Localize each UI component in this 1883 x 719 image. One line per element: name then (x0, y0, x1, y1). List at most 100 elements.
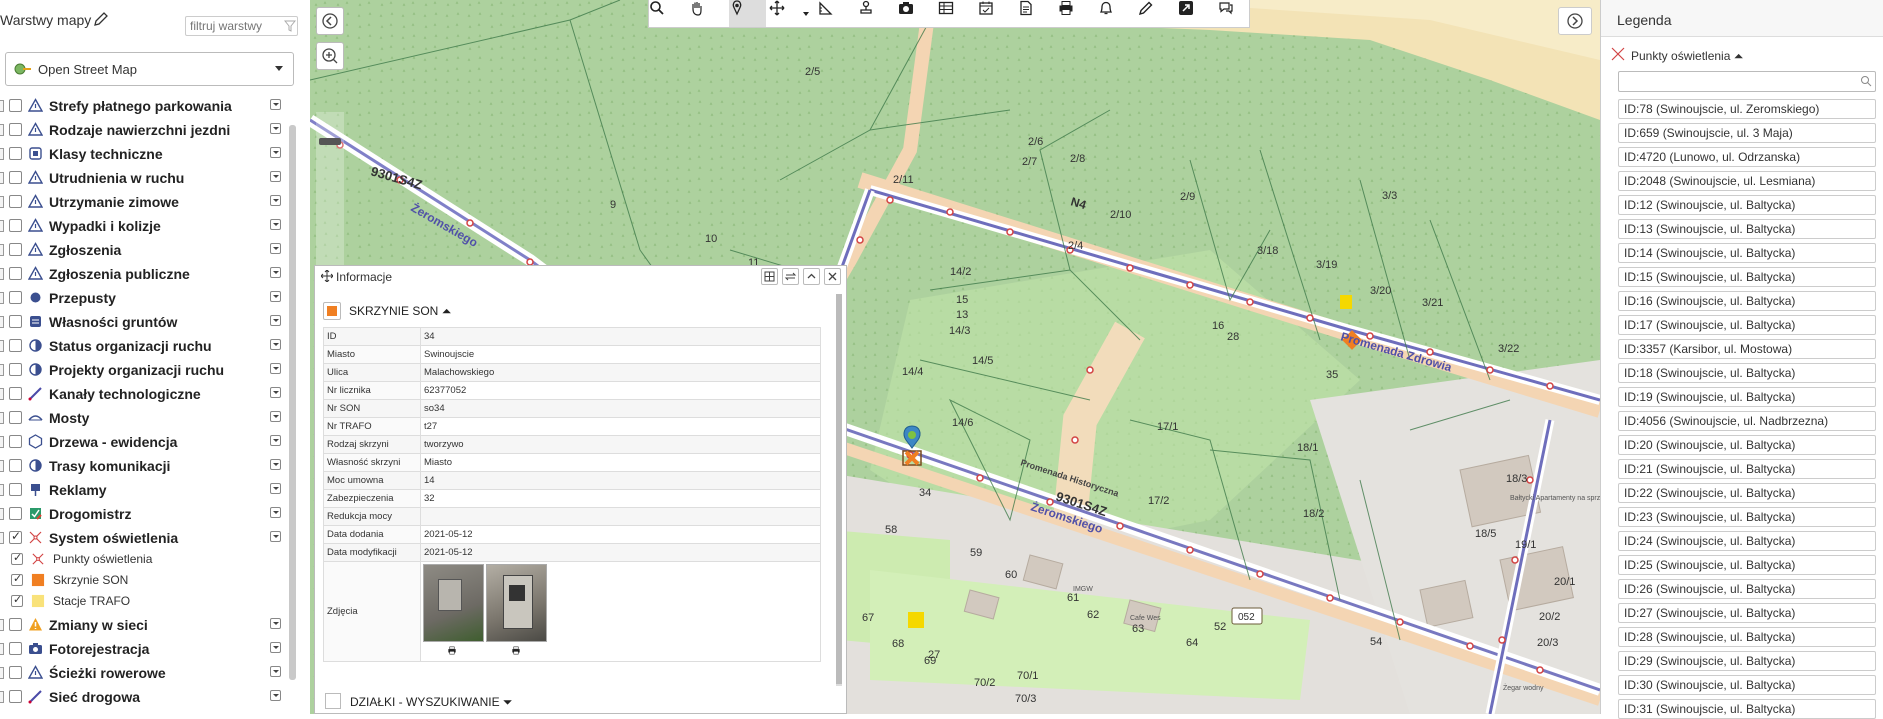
search-icon[interactable] (1860, 75, 1872, 87)
info-scrollbar[interactable] (836, 294, 842, 686)
info-close-button[interactable] (824, 268, 841, 285)
expand-toggle[interactable] (0, 220, 4, 232)
dzialki-checkbox[interactable] (325, 693, 341, 709)
layer-row[interactable]: Drzewa - ewidencja (0, 432, 290, 452)
filter-layers-input[interactable] (185, 16, 298, 36)
photo-thumbnail[interactable] (486, 564, 547, 642)
layers-scroll-thumb[interactable] (289, 125, 296, 680)
layer-row[interactable]: Strefy płatnego parkowania (0, 96, 290, 116)
expand-toggle[interactable] (0, 124, 4, 136)
legend-item[interactable]: ID:25 (Swinoujscie, ul. Baltycka) (1618, 555, 1876, 575)
expand-toggle[interactable] (0, 100, 4, 112)
layer-row[interactable]: Przepusty (0, 288, 290, 308)
layer-row[interactable]: Ścieżki rowerowe (0, 663, 290, 683)
layer-row[interactable]: Fotorejestracja (0, 639, 290, 659)
hand-tool-button[interactable] (689, 0, 726, 27)
expand-toggle[interactable] (0, 340, 4, 352)
layer-row[interactable]: Sieć drogowa (0, 687, 290, 707)
layer-checkbox[interactable] (9, 690, 22, 703)
legend-item[interactable]: ID:29 (Swinoujscie, ul. Baltycka) (1618, 651, 1876, 671)
legend-item[interactable]: ID:4056 (Swinoujscie, ul. Nadbrzezna) (1618, 411, 1876, 431)
sublayer-row[interactable]: Skrzynie SON (0, 571, 290, 589)
layers-scrollbar[interactable] (289, 125, 296, 680)
expand-toggle[interactable] (0, 643, 4, 655)
legend-search-input[interactable] (1618, 71, 1876, 92)
layer-checkbox[interactable] (9, 219, 22, 232)
expand-toggle[interactable] (0, 412, 4, 424)
layer-checkbox[interactable] (9, 666, 22, 679)
zoom-slider-handle[interactable] (319, 138, 341, 145)
layer-row[interactable]: Trasy komunikacji (0, 456, 290, 476)
layer-menu-button[interactable] (270, 618, 281, 629)
layer-menu-button[interactable] (270, 411, 281, 422)
layer-row[interactable]: Status organizacji ruchu (0, 336, 290, 356)
layer-menu-button[interactable] (270, 483, 281, 494)
print-icon[interactable] (447, 646, 457, 655)
layer-checkbox[interactable] (9, 642, 22, 655)
search-tool-button[interactable] (649, 0, 686, 27)
layer-menu-button[interactable] (270, 315, 281, 326)
layer-menu-button[interactable] (270, 339, 281, 350)
sublayer-row[interactable]: Stacje TRAFO (0, 592, 290, 610)
layer-row[interactable]: Drogomistrz (0, 504, 290, 524)
layer-menu-button[interactable] (270, 690, 281, 701)
collapse-left-panel-button[interactable] (316, 7, 344, 35)
zoom-in-button[interactable] (316, 42, 344, 70)
layer-menu-button[interactable] (270, 195, 281, 206)
layer-row[interactable]: Klasy techniczne (0, 144, 290, 164)
move-tool-button[interactable] (769, 0, 815, 27)
layer-checkbox[interactable] (9, 529, 22, 544)
layer-menu-button[interactable] (270, 507, 281, 518)
layer-menu-button[interactable] (270, 99, 281, 110)
layer-row[interactable]: Własności gruntów (0, 312, 290, 332)
photo-thumbnail[interactable] (423, 564, 484, 642)
layer-checkbox[interactable] (9, 99, 22, 112)
layer-checkbox[interactable] (9, 291, 22, 304)
sublayer-checkbox[interactable] (11, 593, 23, 607)
bell-tool-button[interactable] (1098, 0, 1135, 27)
export-tool-button[interactable] (1178, 0, 1215, 27)
expand-toggle[interactable] (0, 292, 4, 304)
layer-menu-button[interactable] (270, 435, 281, 446)
layer-row[interactable]: Zmiany w sieci (0, 615, 290, 635)
layer-row[interactable]: Zgłoszenia publiczne (0, 264, 290, 284)
layer-menu-button[interactable] (270, 459, 281, 470)
document-tool-button[interactable] (1018, 0, 1055, 27)
table-tool-button[interactable] (938, 0, 975, 27)
info-sync-button[interactable] (782, 268, 799, 285)
expand-toggle[interactable] (0, 508, 4, 520)
layer-checkbox[interactable] (9, 267, 22, 280)
legend-item[interactable]: ID:20 (Swinoujscie, ul. Baltycka) (1618, 435, 1876, 455)
layer-checkbox[interactable] (9, 171, 22, 184)
expand-toggle[interactable] (0, 172, 4, 184)
legend-item[interactable]: ID:15 (Swinoujscie, ul. Baltycka) (1618, 267, 1876, 287)
expand-toggle[interactable] (0, 436, 4, 448)
stamp-tool-button[interactable] (858, 0, 895, 27)
layer-menu-button[interactable] (270, 243, 281, 254)
layer-row[interactable]: Projekty organizacji ruchu (0, 360, 290, 380)
layer-menu-button[interactable] (270, 642, 281, 653)
expand-toggle[interactable] (0, 388, 4, 400)
legend-item[interactable]: ID:2048 (Swinoujscie, ul. Lesmiana) (1618, 171, 1876, 191)
camera-tool-button[interactable] (898, 0, 935, 27)
dzialki-section-header[interactable]: DZIAŁKI - WYSZUKIWANIE ⏷ (323, 690, 723, 712)
layer-row[interactable]: System oświetlenia (0, 528, 290, 548)
layer-row[interactable]: Utrudnienia w ruchu (0, 168, 290, 188)
info-collapse-button[interactable] (803, 268, 820, 285)
layer-menu-button[interactable] (270, 147, 281, 158)
sublayer-checkbox[interactable] (11, 572, 23, 586)
info-grid-button[interactable] (761, 268, 778, 285)
layer-checkbox[interactable] (9, 363, 22, 376)
expand-toggle[interactable] (0, 268, 4, 280)
legend-item[interactable]: ID:26 (Swinoujscie, ul. Baltycka) (1618, 579, 1876, 599)
expand-toggle[interactable] (0, 691, 4, 703)
legend-item[interactable]: ID:28 (Swinoujscie, ul. Baltycka) (1618, 627, 1876, 647)
comment-tool-button[interactable] (1218, 0, 1255, 27)
info-scroll-thumb[interactable] (836, 294, 842, 684)
son-section-header[interactable]: SKRZYNIE SON ⏶ (323, 300, 743, 322)
layer-menu-button[interactable] (270, 267, 281, 278)
legend-item[interactable]: ID:4720 (Lunowo, ul. Odrzanska) (1618, 147, 1876, 167)
expand-toggle[interactable] (0, 148, 4, 160)
layer-checkbox[interactable] (9, 195, 22, 208)
layer-row[interactable]: Zgłoszenia (0, 240, 290, 260)
